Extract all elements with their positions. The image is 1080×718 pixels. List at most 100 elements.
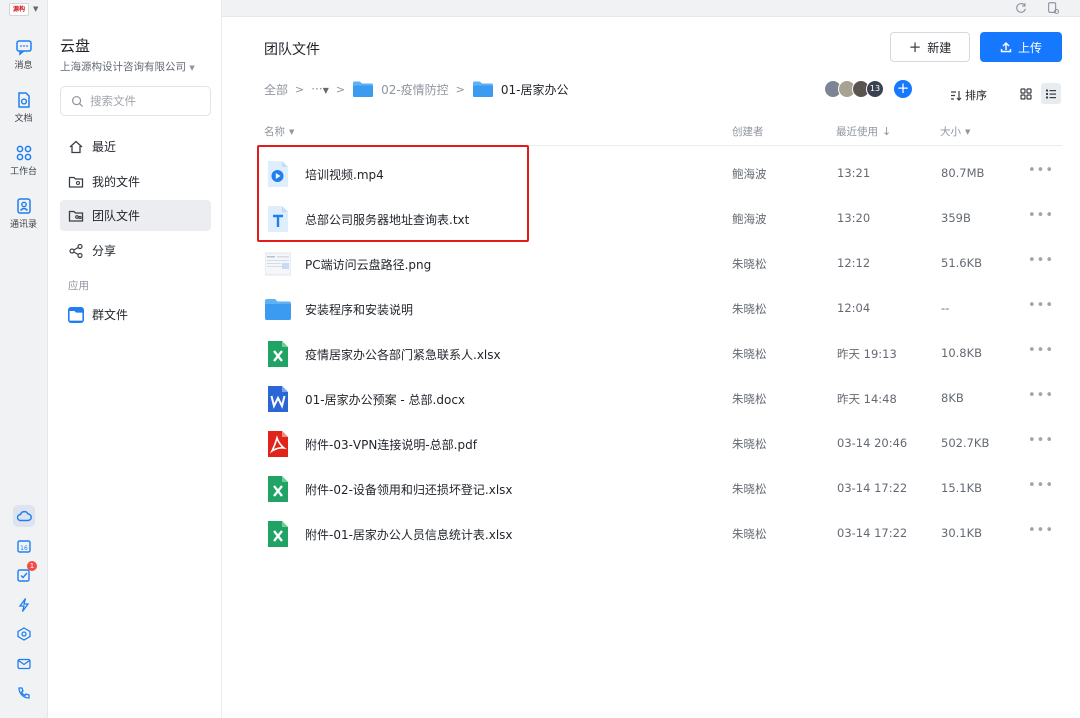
doc-icon (17, 92, 30, 108)
upload-icon (1000, 42, 1012, 53)
section-label-apps: 应用 (68, 280, 89, 292)
chevron-right-icon: > (295, 82, 305, 96)
org-selector[interactable]: 上海源构设计咨询有限公司 ▼ (60, 59, 195, 74)
rail-item-messages[interactable]: 消息 (0, 38, 47, 71)
sidebar-item-share[interactable]: 分享 (60, 235, 211, 266)
column-label: 创建者 (732, 126, 764, 138)
list-view-button[interactable] (1041, 83, 1061, 104)
file-creator: 朱晓松 (732, 257, 767, 271)
file-row[interactable]: 培训视频.mp4 鲍海波 13:21 80.7MB ••• (262, 151, 1062, 196)
file-name[interactable]: PC端访问云盘路径.png (305, 256, 431, 273)
more-options-icon[interactable]: ••• (1028, 253, 1054, 268)
refresh-icon[interactable] (1014, 1, 1028, 15)
sidebar-item-group-files[interactable]: 群文件 (60, 299, 211, 330)
file-name[interactable]: 01-居家办公预案 - 总部.docx (305, 391, 465, 408)
rail-mail[interactable] (13, 653, 35, 675)
contacts-icon (16, 198, 31, 214)
caret-down-icon: ▼ (965, 127, 971, 136)
more-options-icon[interactable]: ••• (1028, 478, 1054, 493)
rail-tasks[interactable]: 1 (13, 561, 37, 586)
notification-settings-icon[interactable] (1046, 1, 1060, 15)
folder-icon (265, 299, 291, 320)
sidebar-item-label: 团队文件 (92, 209, 141, 223)
chevron-down-icon[interactable]: ▼ (33, 5, 38, 13)
rail-label: 通讯录 (9, 220, 37, 230)
more-options-icon[interactable]: ••• (1028, 523, 1054, 538)
file-size: 80.7MB (941, 166, 985, 180)
new-button[interactable]: + 新建 (890, 32, 970, 62)
file-last-used: 13:21 (837, 166, 871, 180)
rail-cloud-drive[interactable] (13, 505, 35, 527)
calendar-icon: 16 (17, 539, 31, 553)
rail-label: 文档 (14, 114, 33, 124)
chevron-right-icon: > (335, 82, 346, 96)
breadcrumb-level1[interactable]: 02-疫情防控 (381, 81, 449, 98)
column-header-recent[interactable]: 最近使用 ↓ (836, 124, 891, 139)
sidebar-item-team-files[interactable]: 团队文件 (60, 200, 211, 231)
file-row[interactable]: 总部公司服务器地址查询表.txt 鲍海波 13:20 359B ••• (262, 196, 1062, 241)
share-icon (69, 243, 83, 258)
rail-item-contacts[interactable]: 通讯录 (0, 197, 47, 230)
file-row[interactable]: PC端访问云盘路径.png 朱晓松 12:12 51.6KB ••• (262, 241, 1062, 286)
file-creator: 朱晓松 (732, 302, 767, 316)
sidebar-item-label: 最近 (92, 140, 117, 154)
add-member-button[interactable]: + (894, 80, 912, 98)
breadcrumb-ellipsis[interactable]: ···▼ (311, 82, 329, 96)
sidebar-item-recent[interactable]: 最近 (60, 131, 211, 162)
member-avatars[interactable]: 13 + (824, 80, 912, 98)
upload-button[interactable]: 上传 (980, 32, 1062, 62)
sort-button[interactable]: 排序 (950, 87, 987, 103)
cloud-sidebar: 云盘 上海源构设计咨询有限公司 ▼ 最近 我的文件 团队文件 分享 应用 群文件 (48, 0, 222, 718)
file-row[interactable]: 01-居家办公预案 - 总部.docx 朱晓松 昨天 14:48 8KB ••• (262, 376, 1062, 421)
search-box[interactable] (60, 86, 211, 116)
file-row[interactable]: 疫情居家办公各部门紧急联系人.xlsx 朱晓松 昨天 19:13 10.8KB ••• (262, 331, 1062, 376)
file-name[interactable]: 总部公司服务器地址查询表.txt (305, 211, 469, 228)
file-name[interactable]: 附件-03-VPN连接说明-总部.pdf (305, 436, 477, 453)
file-row[interactable]: 安装程序和安装说明 朱晓松 12:04 -- ••• (262, 286, 1062, 331)
file-creator: 朱晓松 (732, 527, 767, 541)
file-name[interactable]: 培训视频.mp4 (305, 166, 384, 183)
rail-item-workspace[interactable]: 工作台 (0, 144, 47, 177)
file-creator: 朱晓松 (732, 482, 767, 496)
column-header-name[interactable]: 名称 ▼ (264, 124, 294, 139)
excel-file-icon (268, 521, 288, 547)
file-row[interactable]: 附件-02-设备领用和归还损坏登记.xlsx 朱晓松 03-14 17:22 15.1… (262, 466, 1062, 511)
file-name[interactable]: 附件-02-设备领用和归还损坏登记.xlsx (305, 481, 513, 498)
more-options-icon[interactable]: ••• (1028, 208, 1054, 223)
grid-view-icon[interactable] (1018, 86, 1034, 102)
file-row[interactable]: 附件-01-居家办公人员信息统计表.xlsx 朱晓松 03-14 17:22 30.1… (262, 511, 1062, 556)
sidebar-item-my-files[interactable]: 我的文件 (60, 166, 211, 197)
rail-apps[interactable] (13, 623, 35, 645)
cloud-icon (16, 510, 32, 522)
upload-button-label: 上传 (1017, 40, 1042, 55)
rail-label: 消息 (14, 61, 33, 71)
file-name[interactable]: 疫情居家办公各部门紧急联系人.xlsx (305, 346, 501, 363)
search-input[interactable] (90, 94, 200, 108)
file-size: 51.6KB (941, 256, 983, 270)
more-options-icon[interactable]: ••• (1028, 433, 1054, 448)
file-size: 15.1KB (941, 481, 983, 495)
more-options-icon[interactable]: ••• (1028, 343, 1054, 358)
rail-approval[interactable] (13, 594, 35, 616)
org-name: 上海源构设计咨询有限公司 (60, 61, 186, 73)
file-name[interactable]: 附件-01-居家办公人员信息统计表.xlsx (305, 526, 513, 543)
rail-phone[interactable] (13, 682, 35, 704)
file-creator: 朱晓松 (732, 392, 767, 406)
org-logo[interactable]: 源构 (9, 2, 29, 16)
calendar-day: 16 (20, 545, 28, 552)
column-label: 大小 (940, 126, 961, 138)
more-options-icon[interactable]: ••• (1028, 388, 1054, 403)
caret-down-icon: ▼ (289, 127, 295, 136)
file-row[interactable]: 附件-03-VPN连接说明-总部.pdf 朱晓松 03-14 20:46 502.7K… (262, 421, 1062, 466)
my-files-icon (68, 176, 84, 188)
file-size: 8KB (941, 391, 964, 405)
breadcrumb-root[interactable]: 全部 (264, 81, 288, 98)
rail-calendar[interactable]: 16 (13, 535, 35, 557)
rail-item-docs[interactable]: 文档 (0, 91, 47, 124)
workspace-icon (16, 145, 31, 161)
layers-icon (17, 627, 31, 641)
more-options-icon[interactable]: ••• (1028, 163, 1054, 178)
column-header-size[interactable]: 大小 ▼ (940, 124, 970, 139)
file-name[interactable]: 安装程序和安装说明 (305, 301, 413, 318)
more-options-icon[interactable]: ••• (1028, 298, 1054, 313)
